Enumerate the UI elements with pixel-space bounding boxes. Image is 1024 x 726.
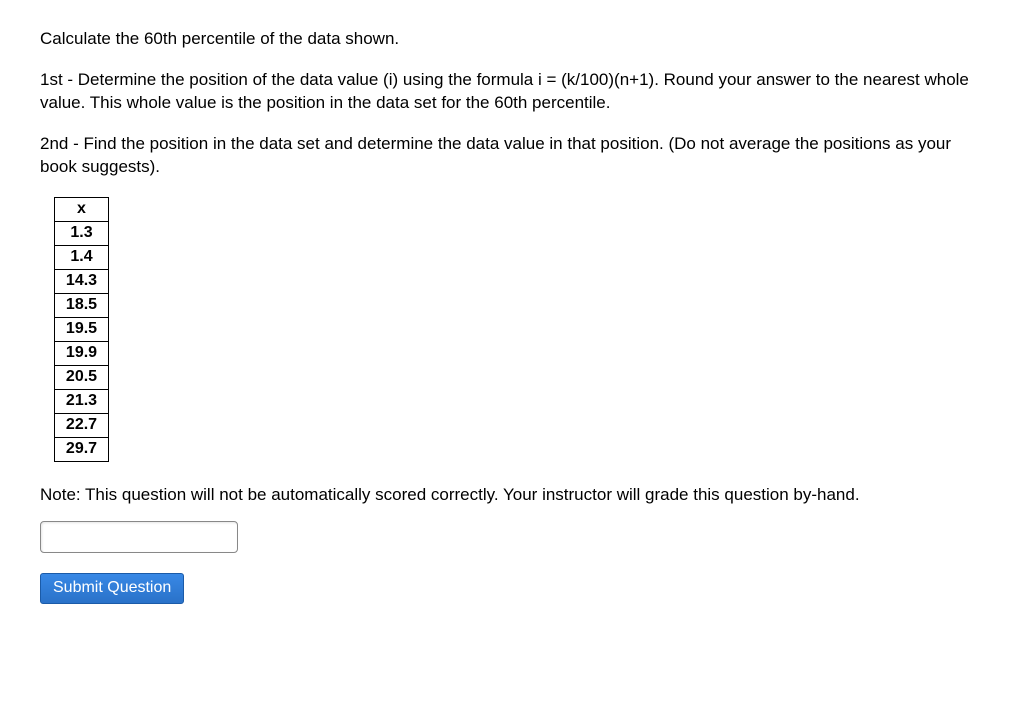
table-row: 21.3 [55, 389, 109, 413]
question-step-2: 2nd - Find the position in the data set … [40, 133, 984, 179]
question-container: Calculate the 60th percentile of the dat… [0, 0, 1024, 624]
table-row: 29.7 [55, 437, 109, 461]
table-row: 19.5 [55, 317, 109, 341]
table-cell: 20.5 [55, 365, 109, 389]
answer-input[interactable] [40, 521, 238, 553]
table-cell: 21.3 [55, 389, 109, 413]
grading-note: Note: This question will not be automati… [40, 484, 984, 507]
data-table-wrap: x 1.3 1.4 14.3 18.5 19.5 19.9 20.5 21.3 … [54, 197, 984, 462]
table-header-row: x [55, 197, 109, 221]
table-row: 1.4 [55, 245, 109, 269]
data-table: x 1.3 1.4 14.3 18.5 19.5 19.9 20.5 21.3 … [54, 197, 109, 462]
table-row: 14.3 [55, 269, 109, 293]
table-cell: 18.5 [55, 293, 109, 317]
table-row: 22.7 [55, 413, 109, 437]
submit-question-button[interactable]: Submit Question [40, 573, 184, 604]
table-cell: 14.3 [55, 269, 109, 293]
table-cell: 1.3 [55, 221, 109, 245]
table-row: 18.5 [55, 293, 109, 317]
table-cell: 19.9 [55, 341, 109, 365]
table-cell: 29.7 [55, 437, 109, 461]
table-cell: 1.4 [55, 245, 109, 269]
table-row: 19.9 [55, 341, 109, 365]
table-cell: 19.5 [55, 317, 109, 341]
table-row: 1.3 [55, 221, 109, 245]
table-row: 20.5 [55, 365, 109, 389]
question-title: Calculate the 60th percentile of the dat… [40, 28, 984, 51]
question-step-1: 1st - Determine the position of the data… [40, 69, 984, 115]
table-header-cell: x [55, 197, 109, 221]
table-cell: 22.7 [55, 413, 109, 437]
